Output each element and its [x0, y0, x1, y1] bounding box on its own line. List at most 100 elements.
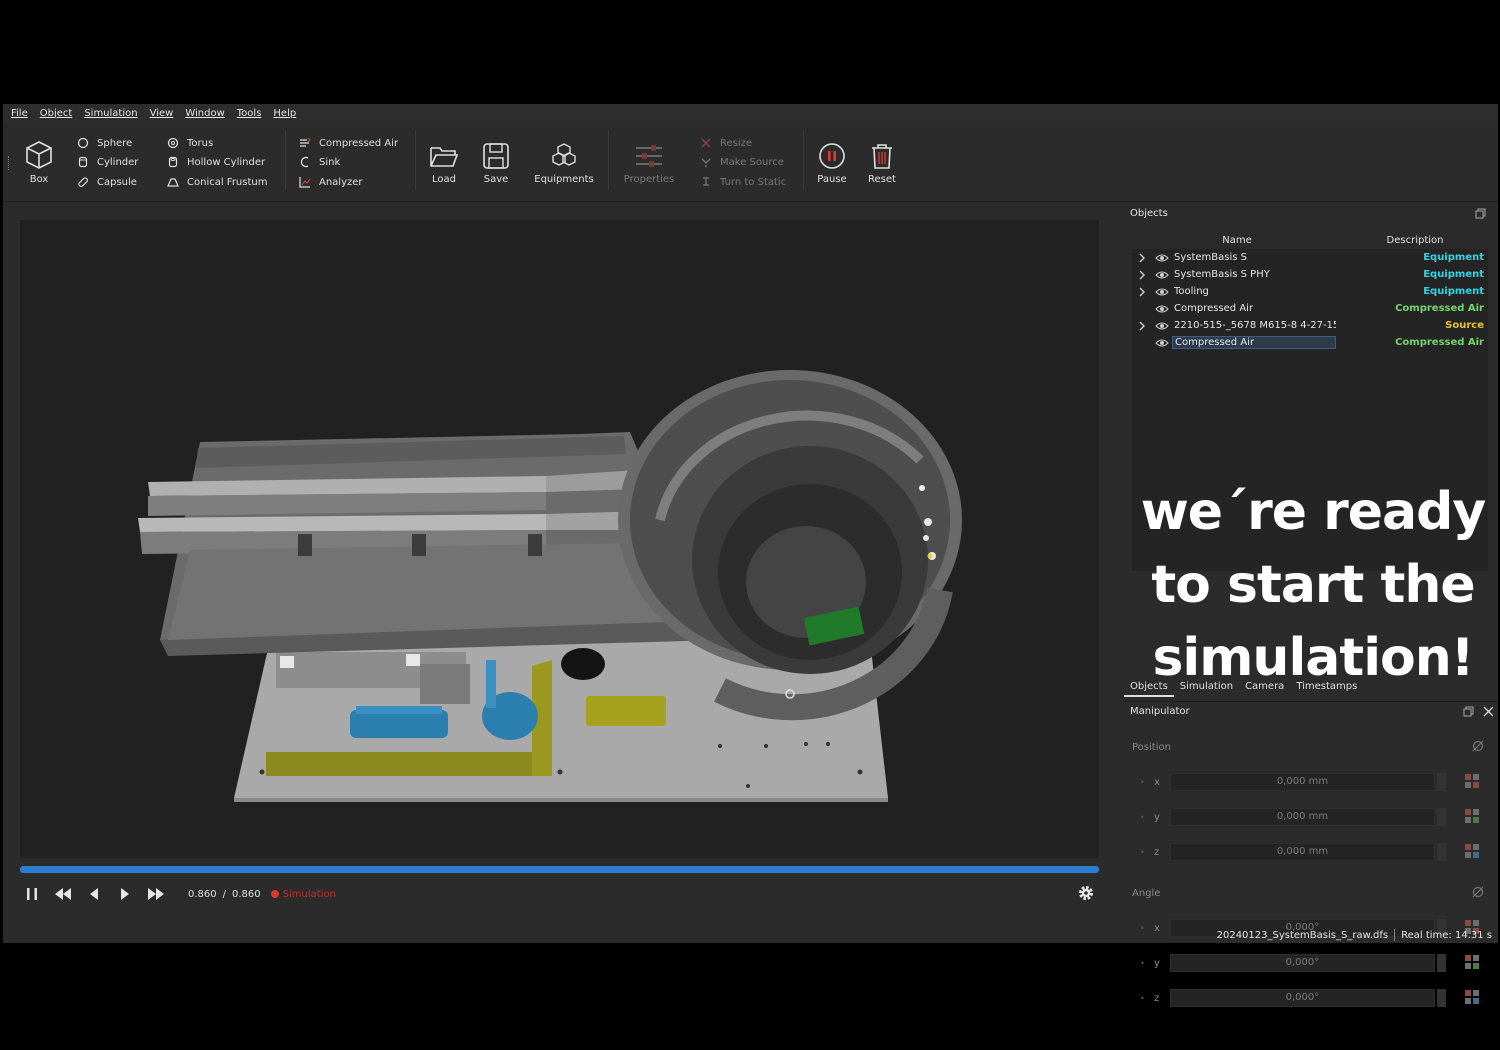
snap-grid-icon[interactable] [1464, 843, 1480, 862]
snap-grid-icon[interactable] [1464, 989, 1480, 1008]
visibility-toggle[interactable] [1152, 287, 1172, 297]
value-field[interactable]: 0,000° [1169, 989, 1436, 1007]
turn-to-static-button[interactable]: Turn to Static [700, 175, 786, 189]
compressed-air-button[interactable]: Compressed Air [299, 136, 398, 150]
cylinder-label: Cylinder [97, 156, 139, 168]
save-button[interactable]: Save [481, 142, 511, 185]
object-description: Equipment [1423, 252, 1484, 263]
torus-button[interactable]: Torus [167, 136, 213, 150]
timeline-slider[interactable] [20, 866, 1099, 873]
float-manipulator-button[interactable] [1463, 706, 1474, 720]
expand-toggle[interactable] [1132, 321, 1152, 331]
snap-grid-icon[interactable] [1464, 773, 1480, 792]
sphere-button[interactable]: Sphere [77, 136, 132, 150]
tree-row[interactable]: Tooling Equipment [1132, 283, 1488, 300]
menu-tools[interactable]: Tools [237, 108, 262, 119]
reset-angle-button[interactable] [1472, 886, 1484, 901]
resize-button[interactable]: Resize [700, 136, 752, 150]
timeline-progress [20, 866, 1099, 873]
expand-toggle[interactable] [1132, 253, 1152, 263]
menu-help[interactable]: Help [273, 108, 296, 119]
value-spinner[interactable] [1437, 989, 1446, 1007]
visibility-toggle[interactable] [1152, 321, 1172, 331]
value-field[interactable]: 0,000 mm [1169, 808, 1436, 826]
reset-position-button[interactable] [1472, 740, 1484, 755]
play-pause-button[interactable] [20, 884, 44, 904]
column-header-name[interactable]: Name [1132, 235, 1342, 246]
real-time: Real time: 14.31 s [1401, 929, 1492, 941]
tree-row[interactable]: Compressed Air Compressed Air [1132, 334, 1488, 351]
lock-dot-icon[interactable]: • [1140, 778, 1154, 787]
box-button[interactable]: Box [23, 140, 55, 185]
visibility-toggle[interactable] [1152, 338, 1172, 348]
menu-file[interactable]: File [11, 108, 28, 119]
menu-object[interactable]: Object [40, 108, 73, 119]
value-spinner[interactable] [1437, 773, 1446, 791]
analyzer-button[interactable]: Analyzer [299, 175, 363, 189]
tree-row[interactable]: 2210-515-_5678 M615-8 4-27-15-... Source [1132, 317, 1488, 334]
sliders-icon [636, 145, 662, 167]
close-manipulator-button[interactable] [1483, 706, 1494, 720]
sink-button[interactable]: Sink [299, 155, 340, 169]
menu-simulation[interactable]: Simulation [84, 108, 137, 119]
cylinder-button[interactable]: Cylinder [77, 155, 138, 169]
tab-simulation[interactable]: Simulation [1174, 677, 1239, 697]
lock-dot-icon[interactable]: • [1140, 959, 1154, 968]
column-header-description[interactable]: Description [1342, 235, 1488, 246]
step-back-button[interactable] [82, 884, 106, 904]
toolbar-grip[interactable] [8, 156, 10, 170]
axis-label: y [1153, 811, 1160, 823]
simulation-status-label: Simulation [282, 888, 336, 900]
tree-row[interactable]: SystemBasis S Equipment [1132, 249, 1488, 266]
hollow-cylinder-button[interactable]: Hollow Cylinder [167, 155, 265, 169]
value-field[interactable]: 0,000 mm [1169, 773, 1436, 791]
tab-timestamps[interactable]: Timestamps [1290, 677, 1363, 697]
tab-camera[interactable]: Camera [1239, 677, 1290, 697]
float-panel-button[interactable] [1475, 208, 1486, 222]
capsule-button[interactable]: Capsule [77, 175, 137, 189]
playback-settings-button[interactable] [1077, 884, 1095, 905]
snap-grid-icon[interactable] [1464, 954, 1480, 973]
eye-icon [1155, 253, 1169, 262]
reset-button[interactable]: Reset [867, 142, 897, 185]
tree-row[interactable]: SystemBasis S PHY Equipment [1132, 266, 1488, 283]
object-name: Tooling [1174, 286, 1209, 297]
properties-button[interactable]: Properties [624, 142, 674, 185]
step-forward-button[interactable] [113, 884, 137, 904]
angle-label: Angle [1132, 888, 1161, 899]
menu-view[interactable]: View [150, 108, 174, 119]
tab-objects[interactable]: Objects [1124, 677, 1174, 697]
value-spinner[interactable] [1437, 808, 1446, 826]
load-button[interactable]: Load [427, 142, 461, 185]
pause-button[interactable]: Pause [815, 142, 849, 185]
total-time: 0.860 [232, 888, 261, 900]
make-source-button[interactable]: Make Source [700, 155, 784, 169]
chevron-right-icon [1139, 253, 1145, 262]
value-field[interactable]: 0,000° [1169, 954, 1436, 972]
rewind-button[interactable] [51, 884, 75, 904]
visibility-toggle[interactable] [1152, 253, 1172, 263]
value-spinner[interactable] [1437, 954, 1446, 972]
current-time: 0.860 [188, 888, 217, 900]
axis-label: y [1153, 957, 1160, 969]
value-field[interactable]: 0,000 mm [1169, 843, 1436, 861]
lock-dot-icon[interactable]: • [1140, 848, 1154, 857]
menu-window[interactable]: Window [185, 108, 224, 119]
gear-icon [1079, 886, 1093, 900]
visibility-toggle[interactable] [1152, 270, 1172, 280]
snap-grid-icon[interactable] [1464, 808, 1480, 827]
visibility-toggle[interactable] [1152, 304, 1172, 314]
expand-toggle[interactable] [1132, 287, 1152, 297]
torus-icon [167, 137, 179, 149]
tree-row[interactable]: Compressed Air Compressed Air [1132, 300, 1488, 317]
lock-dot-icon[interactable]: • [1140, 994, 1154, 1003]
object-name: SystemBasis S PHY [1174, 269, 1270, 280]
conical-frustum-button[interactable]: Conical Frustum [167, 175, 267, 189]
equipments-button[interactable]: Equipments [534, 142, 594, 185]
3d-viewport[interactable] [20, 220, 1099, 858]
fast-forward-button[interactable] [144, 884, 168, 904]
expand-toggle[interactable] [1132, 270, 1152, 280]
lock-dot-icon[interactable]: • [1140, 813, 1154, 822]
close-icon [1483, 706, 1494, 717]
value-spinner[interactable] [1437, 843, 1446, 861]
